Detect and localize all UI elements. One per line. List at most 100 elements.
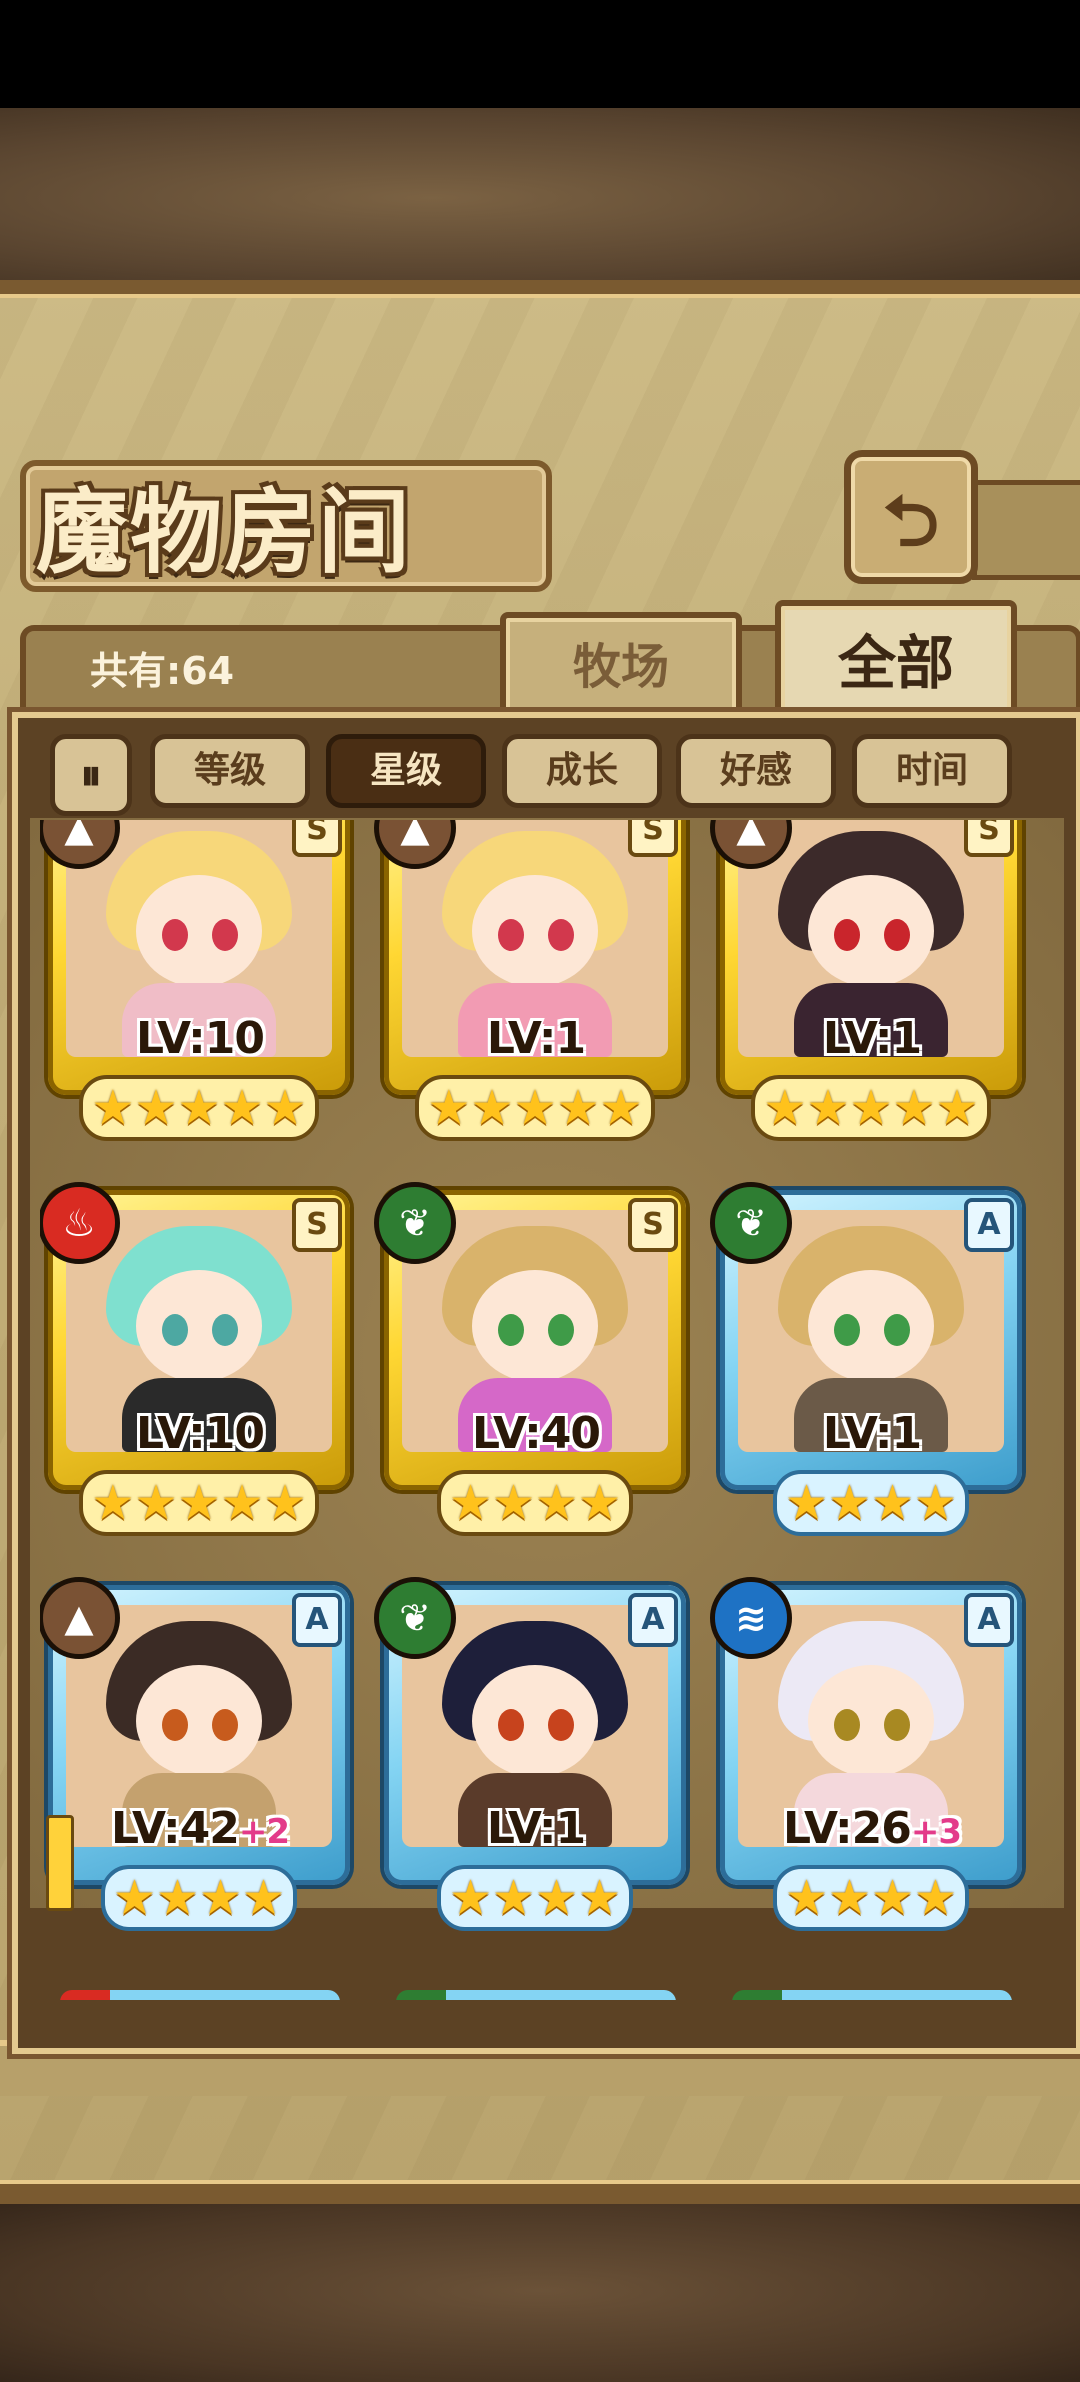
- level-label: LV:1: [772, 1013, 972, 1064]
- status-bar: [0, 0, 1080, 108]
- portrait-eye: [884, 1709, 910, 1741]
- portrait-eye: [498, 1709, 524, 1741]
- wave-icon: ≋: [710, 1577, 792, 1659]
- monster-card-partial[interactable]: [60, 1990, 340, 2000]
- star-icon: ★: [599, 1080, 643, 1136]
- mountain-icon: ▲: [40, 1577, 120, 1659]
- star-icon: ★: [491, 1475, 535, 1531]
- monster-card-partial[interactable]: [732, 1990, 1012, 2000]
- portrait-face: [808, 1270, 934, 1382]
- star-icon: ★: [871, 1870, 915, 1926]
- sort-button-growth[interactable]: 成长: [502, 734, 662, 808]
- tab-all[interactable]: 全部: [775, 600, 1017, 720]
- star-icon: ★: [177, 1080, 221, 1136]
- monster-grid: S ▲ LV:10 ★★★★★ S ▲ LV:1 ★★★★★ S ▲ LV:1 ★★★★★ S ♨ LV:1…: [40, 820, 1040, 2000]
- monster-card-partial[interactable]: [396, 1990, 676, 2000]
- portrait-eye: [834, 1314, 860, 1346]
- level-bonus: +2: [238, 1812, 290, 1852]
- rank-badge: A: [964, 1593, 1014, 1647]
- frame-top: [0, 280, 1080, 298]
- level-label: LV:42+2: [100, 1803, 300, 1854]
- monster-card[interactable]: S ▲ LV:10 ★★★★★: [40, 820, 358, 1145]
- portrait-eye: [212, 1709, 238, 1741]
- star-icon: ★: [155, 1870, 199, 1926]
- star-icon: ★: [871, 1475, 915, 1531]
- level-value: LV:1: [486, 1803, 586, 1854]
- level-label: LV:10: [100, 1408, 300, 1459]
- monster-card[interactable]: S ▲ LV:1 ★★★★★: [710, 820, 1030, 1145]
- star-rating-plate: ★★★★★: [415, 1075, 655, 1141]
- frame-bottom: [0, 2180, 1080, 2204]
- portrait-eye: [884, 1314, 910, 1346]
- portrait-eye: [548, 919, 574, 951]
- map-background-top: [0, 108, 1080, 288]
- portrait-eye: [834, 1709, 860, 1741]
- star-icon: ★: [448, 1475, 492, 1531]
- monster-card[interactable]: S ♨ LV:10 ★★★★★: [40, 1182, 358, 1540]
- star-icon: ★: [263, 1080, 307, 1136]
- monster-card[interactable]: A ❦ LV:1 ★★★★: [710, 1182, 1030, 1540]
- leaf-icon: ❦: [710, 1182, 792, 1264]
- sort-button-time[interactable]: 时间: [852, 734, 1012, 808]
- rank-badge: A: [964, 1198, 1014, 1252]
- flame-icon: ♨: [40, 1182, 120, 1264]
- level-label: LV:26+3: [772, 1803, 972, 1854]
- portrait-eye: [498, 919, 524, 951]
- portrait-eye: [548, 1709, 574, 1741]
- rank-badge: S: [628, 820, 678, 857]
- sort-button-level[interactable]: 等级: [150, 734, 310, 808]
- map-background-bottom: [0, 2200, 1080, 2382]
- star-icon: ★: [220, 1080, 264, 1136]
- star-icon: ★: [892, 1080, 936, 1136]
- star-rating: ★★★★★: [40, 1075, 358, 1141]
- portrait-eye: [162, 1709, 188, 1741]
- star-icon: ★: [578, 1870, 622, 1926]
- sort-bar: ⏸ 等级 星级 成长 好感 时间: [40, 730, 1060, 816]
- tab-farm[interactable]: 牧场: [500, 612, 742, 716]
- star-icon: ★: [914, 1870, 958, 1926]
- star-rating-plate: ★★★★: [436, 1470, 634, 1536]
- back-button[interactable]: ⮌: [844, 450, 978, 584]
- portrait-face: [472, 1270, 598, 1382]
- star-rating-plate: ★★★★★: [751, 1075, 991, 1141]
- star-icon: ★: [242, 1870, 286, 1926]
- portrait-face: [808, 1665, 934, 1777]
- rank-badge: S: [292, 1198, 342, 1252]
- rank-badge: S: [628, 1198, 678, 1252]
- portrait-face: [808, 875, 934, 987]
- portrait-eye: [212, 1314, 238, 1346]
- portrait-eye: [162, 919, 188, 951]
- monster-card[interactable]: S ❦ LV:40 ★★★★: [374, 1182, 694, 1540]
- monster-card[interactable]: A ≋ LV:26+3 ★★★★: [710, 1577, 1030, 1935]
- star-icon: ★: [470, 1080, 514, 1136]
- star-icon: ★: [806, 1080, 850, 1136]
- star-rating-plate: ★★★★: [100, 1865, 298, 1931]
- return-arrow-icon: ⮌: [882, 480, 940, 562]
- star-icon: ★: [513, 1080, 557, 1136]
- portrait-face: [472, 1665, 598, 1777]
- star-icon: ★: [177, 1475, 221, 1531]
- portrait-eye: [212, 919, 238, 951]
- level-value: LV:10: [136, 1013, 265, 1064]
- monster-card[interactable]: S ▲ LV:1 ★★★★★: [374, 820, 694, 1145]
- star-rating-plate: ★★★★: [772, 1865, 970, 1931]
- star-rating-plate: ★★★★★: [79, 1470, 319, 1536]
- monster-card[interactable]: A ▲ LV:42+2 ★★★★: [40, 1577, 358, 1935]
- page-title: 魔物房间: [36, 478, 413, 586]
- sort-button-stars[interactable]: 星级: [326, 734, 486, 808]
- level-value: LV:1: [822, 1408, 922, 1459]
- portrait-face: [136, 1665, 262, 1777]
- monster-card[interactable]: A ❦ LV:1 ★★★★: [374, 1577, 694, 1935]
- rank-badge: S: [292, 820, 342, 857]
- sort-order-toggle[interactable]: ⏸: [50, 734, 132, 816]
- star-icon: ★: [784, 1870, 828, 1926]
- star-rating: ★★★★★: [376, 1075, 694, 1141]
- star-rating-plate: ★★★★★: [79, 1075, 319, 1141]
- level-value: LV:1: [822, 1013, 922, 1064]
- portrait-eye: [498, 1314, 524, 1346]
- star-icon: ★: [448, 1870, 492, 1926]
- sort-button-affection[interactable]: 好感: [676, 734, 836, 808]
- star-icon: ★: [935, 1080, 979, 1136]
- star-icon: ★: [535, 1870, 579, 1926]
- star-icon: ★: [914, 1475, 958, 1531]
